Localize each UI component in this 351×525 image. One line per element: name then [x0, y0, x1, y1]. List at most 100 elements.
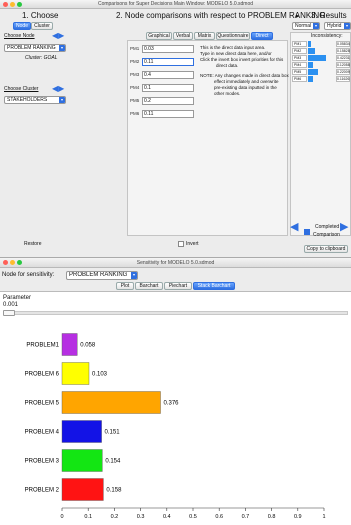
completed-label: Completed — [315, 224, 340, 230]
x-tick-label: 0.1 — [84, 514, 92, 520]
cluster-nav-arrows-icon[interactable]: ◀▶ — [52, 84, 64, 93]
x-tick-label: 0.3 — [137, 514, 145, 520]
result-row: PM4 0.12058 — [292, 62, 350, 68]
priority-bar — [308, 76, 314, 82]
bar-4 — [61, 449, 103, 472]
help-text: Click the invert box invert priorities f… — [200, 57, 284, 62]
parameter-slider-thumb[interactable] — [3, 310, 15, 316]
tab-piechart[interactable]: Piechart — [164, 282, 192, 290]
value-label: 0.058 — [80, 343, 96, 349]
restore-button[interactable]: Restore — [24, 241, 42, 247]
category-label: PROBLEM 3 — [25, 459, 60, 465]
col2-header: 2. Node comparisons with respect to PROB… — [116, 11, 326, 20]
results-mode-value: Normal — [295, 23, 312, 29]
direct-row: PM5 0.2 — [130, 97, 194, 105]
direct-value-input[interactable]: 0.1 — [142, 84, 194, 92]
inconsistency-label: Inconsistency: — [311, 33, 343, 39]
node-nav-arrows-icon[interactable]: ◀▶ — [52, 31, 64, 40]
priority-bar — [308, 69, 318, 75]
direct-input-panel — [127, 40, 288, 236]
direct-value-input[interactable]: 0.2 — [142, 97, 194, 105]
direct-row: PM6 0.11 — [130, 110, 194, 118]
tab-questionnaire[interactable]: Questionnaire — [216, 32, 250, 40]
tab-stack-barchart[interactable]: Stack Barchart — [193, 282, 235, 290]
comparison-nav-arrows-icon[interactable]: ◀ — [290, 220, 298, 233]
chevron-down-icon: ▾ — [131, 272, 137, 279]
result-row: PM2 0.15828 — [292, 48, 350, 54]
comparison-nav-arrows-icon[interactable]: ▶ — [340, 220, 348, 233]
direct-row-label: PM3 — [130, 72, 140, 77]
cluster-select[interactable]: STAKEHOLDERS ▾ — [4, 96, 66, 104]
direct-row: PM4 0.1 — [130, 84, 194, 92]
invert-checkbox[interactable] — [178, 241, 184, 247]
tab-direct[interactable]: Direct — [251, 32, 273, 40]
result-value: 0.15828 — [336, 48, 350, 54]
sensitivity-barchart: PROBLEM1 0.058 PROBLEM 6 0.103 PROBLEM 5 0.37… — [25, 333, 326, 520]
col1-header: 1. Choose — [22, 11, 59, 20]
help-text: This is the direct data input area. — [200, 45, 266, 50]
result-row-label: PM5 — [292, 69, 307, 75]
cluster-select-value: STAKEHOLDERS — [7, 97, 48, 103]
node-tab[interactable]: Node — [13, 22, 31, 30]
chevron-down-icon: ▾ — [59, 45, 65, 51]
bar-1 — [61, 362, 90, 385]
priority-bar — [308, 48, 315, 54]
results-mode-select[interactable]: Normal ▾ — [292, 22, 320, 30]
note-text: NOTE: Any changes made in direct data bo… — [200, 73, 289, 78]
x-tick-label: 0.8 — [268, 514, 276, 520]
tab-barchart[interactable]: Barchart — [135, 282, 163, 290]
parameter-slider-track[interactable] — [3, 311, 348, 315]
note-text: pre-existing data inputted in the — [214, 85, 277, 90]
priority-bar — [308, 55, 327, 61]
bar-2 — [61, 391, 161, 414]
x-tick-label: 0.9 — [294, 514, 302, 520]
sensitivity-node-select[interactable]: PROBLEM RANKING ▾ — [66, 271, 138, 280]
direct-value-input[interactable]: 0.11 — [142, 110, 194, 118]
title-bar: Sensitivity for MODELO 5.0.sdmod — [0, 258, 351, 268]
parameter-value: 0.001 — [3, 302, 19, 308]
bar-0 — [61, 333, 78, 356]
cluster-tab[interactable]: Cluster — [31, 22, 53, 30]
direct-value-input[interactable]: 0.11 — [142, 58, 194, 66]
help-text: direct data. — [216, 63, 239, 68]
direct-row: PM3 0.4 — [130, 71, 194, 79]
results-arrow-icon[interactable]: ▸ — [296, 12, 300, 20]
copy-to-clipboard-button[interactable]: Copy to clipboard — [304, 245, 348, 253]
tab-graphical[interactable]: Graphical — [146, 32, 172, 40]
value-label: 0.376 — [164, 401, 180, 407]
direct-row-label: PM2 — [130, 59, 140, 64]
sensitivity-window: Sensitivity for MODELO 5.0.sdmod Node fo… — [0, 257, 351, 525]
tab-verbal[interactable]: Verbal — [173, 32, 193, 40]
x-tick-label: 1 — [322, 514, 325, 520]
priority-bar — [308, 62, 314, 68]
value-label: 0.158 — [106, 488, 122, 494]
results-type-value: Hybrid — [327, 23, 342, 29]
value-label: 0.151 — [105, 430, 121, 436]
node-select[interactable]: PROBLEM RANKING ▾ — [4, 44, 66, 52]
result-value: 0.05834 — [336, 41, 350, 47]
choose-cluster-label: Choose Cluster — [4, 86, 39, 92]
direct-value-input[interactable]: 0.4 — [142, 71, 194, 79]
sensitivity-node-value: PROBLEM RANKING — [69, 272, 128, 278]
value-label: 0.103 — [92, 372, 108, 378]
direct-row-label: PM6 — [130, 111, 140, 116]
tab-plot[interactable]: Plot — [116, 282, 134, 290]
choose-node-label: Choose Node — [4, 33, 35, 39]
x-tick-label: 0 — [60, 514, 63, 520]
results-type-select[interactable]: Hybrid ▾ — [324, 22, 351, 30]
x-tick-label: 0.2 — [111, 514, 119, 520]
tab-matrix[interactable]: Matrix — [194, 32, 215, 40]
result-row-label: PM1 — [292, 41, 307, 47]
direct-row-label: PM1 — [130, 46, 140, 51]
completed-checkbox[interactable] — [304, 229, 310, 235]
node-sensitivity-label: Node for sensitivity: — [2, 272, 55, 278]
category-label: PROBLEM1 — [26, 343, 59, 349]
chevron-down-icon: ▾ — [344, 23, 350, 29]
direct-value-input[interactable]: 0.03 — [142, 45, 194, 53]
note-text: effect immediately and overwrite — [214, 79, 279, 84]
result-row: PM3 0.42231 — [292, 55, 350, 61]
chart-area: Parameter 0.001 PROBLEM1 0.058 PROBLEM 6 0.… — [0, 291, 351, 525]
result-value: 0.11626 — [336, 76, 350, 82]
cluster-note: Cluster: GOAL — [25, 55, 58, 61]
bar-5 — [61, 478, 104, 501]
